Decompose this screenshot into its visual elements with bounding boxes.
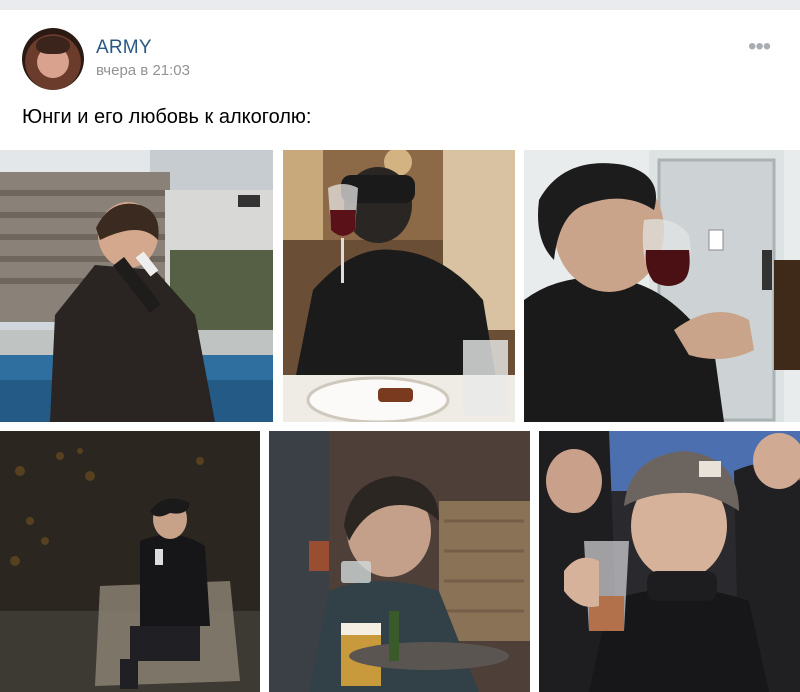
post-timestamp[interactable]: вчера в 21:03 — [96, 62, 190, 79]
more-options-icon[interactable]: ••• — [748, 35, 771, 59]
avatar[interactable] — [22, 28, 84, 90]
photo-plastic-cup-beanie[interactable] — [539, 431, 800, 692]
photo-drinking-shot[interactable] — [269, 431, 530, 692]
photo-wine-glass-profile[interactable] — [524, 150, 800, 422]
top-divider — [0, 0, 800, 10]
photo-garden-chair[interactable] — [0, 431, 260, 692]
photo-wine-glass-restaurant[interactable] — [283, 150, 515, 422]
author-name[interactable]: ARMY — [96, 37, 152, 59]
post-header: ARMY вчера в 21:03 ••• — [0, 10, 800, 95]
photo-pool-bottle[interactable] — [0, 150, 273, 422]
post-text: Юнги и его любовь к алкоголю: — [22, 106, 312, 128]
